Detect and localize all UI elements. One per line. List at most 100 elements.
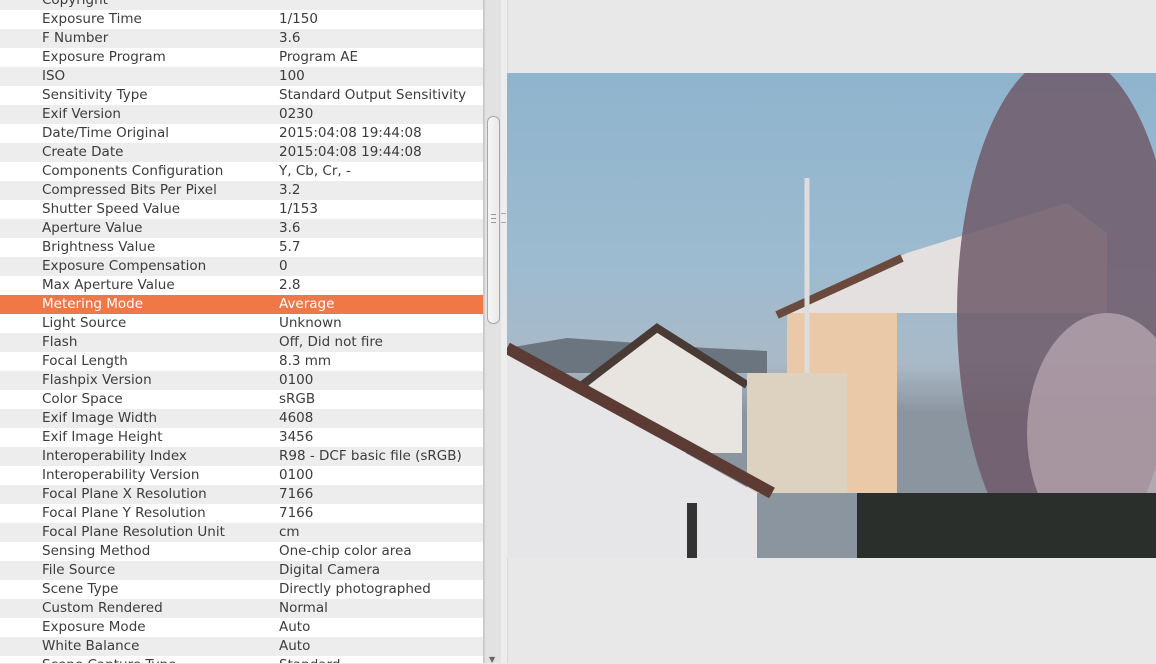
exif-key: Copyright — [42, 0, 108, 8]
exif-key: ISO — [42, 68, 66, 84]
exif-key: Focal Plane Y Resolution — [42, 505, 206, 521]
exif-key: Focal Plane X Resolution — [42, 486, 207, 502]
exif-value: 0230 — [279, 106, 314, 122]
exif-value: R98 - DCF basic file (sRGB) — [279, 448, 462, 464]
exif-key: Metering Mode — [42, 296, 144, 312]
exif-row[interactable]: Exif Image Height 3456 — [0, 428, 483, 447]
exif-key: Sensitivity Type — [42, 87, 148, 103]
exif-metadata-list[interactable]: Copyright Exposure Time 1/150 F Number 3.6 Ex… — [0, 0, 484, 663]
exif-row[interactable]: Focal Length 8.3 mm — [0, 352, 483, 371]
exif-value: cm — [279, 524, 300, 540]
exif-value: 0100 — [279, 467, 314, 483]
exif-row[interactable]: Shutter Speed Value 1/153 — [0, 200, 483, 219]
exif-key: File Source — [42, 562, 116, 578]
exif-key: Exposure Time — [42, 11, 142, 27]
exif-key: Light Source — [42, 315, 127, 331]
exif-key: Sensing Method — [42, 543, 151, 559]
scrollbar-thumb[interactable] — [487, 116, 500, 324]
exif-key: Exif Image Height — [42, 429, 163, 445]
exif-row[interactable]: Flashpix Version 0100 — [0, 371, 483, 390]
exif-value: Standard Output Sensitivity — [279, 87, 467, 103]
exif-key: Exposure Program — [42, 49, 166, 65]
exif-value: 3456 — [279, 429, 314, 445]
exif-row[interactable]: Exposure Time 1/150 — [0, 10, 483, 29]
exif-value: 3.6 — [279, 30, 301, 46]
exif-row[interactable]: Create Date 2015:04:08 19:44:08 — [0, 143, 483, 162]
exif-value: Standard — [279, 656, 340, 663]
exif-value: Directly photographed — [279, 581, 431, 597]
exif-value: Auto — [279, 638, 311, 654]
exif-key: Scene Type — [42, 581, 119, 597]
exif-value: Off, Did not fire — [279, 334, 383, 350]
exif-row[interactable]: Focal Plane X Resolution 7166 — [0, 485, 483, 504]
exif-key: Exif Version — [42, 106, 121, 122]
exif-key: Color Space — [42, 391, 123, 407]
vertical-scrollbar[interactable]: ▼ — [484, 0, 501, 664]
exif-key: Scene Capture Type — [42, 656, 176, 663]
exif-row[interactable]: Interoperability Index R98 - DCF basic fi… — [0, 447, 483, 466]
exif-key: Date/Time Original — [42, 125, 169, 141]
exif-row[interactable]: ISO 100 — [0, 67, 483, 86]
exif-row[interactable]: Focal Plane Resolution Unit cm — [0, 523, 483, 542]
exif-key: Flash — [42, 334, 78, 350]
exif-row[interactable]: White Balance Auto — [0, 637, 483, 656]
exif-value: 2015:04:08 19:44:08 — [279, 144, 422, 160]
exif-value: 100 — [279, 68, 305, 84]
exif-row[interactable]: Exposure Mode Auto — [0, 618, 483, 637]
exif-row[interactable]: Focal Plane Y Resolution 7166 — [0, 504, 483, 523]
exif-value: 0100 — [279, 372, 314, 388]
photo-houses-blossom-tree — [507, 73, 1156, 558]
exif-row[interactable]: F Number 3.6 — [0, 29, 483, 48]
grip-icon — [501, 213, 506, 223]
exif-value: 2015:04:08 19:44:08 — [279, 125, 422, 141]
exif-key: F Number — [42, 30, 109, 46]
exif-value: 1/150 — [279, 11, 318, 27]
exif-rows: Copyright Exposure Time 1/150 F Number 3.6 Ex… — [0, 0, 483, 663]
exif-row[interactable]: Components Configuration Y, Cb, Cr, - — [0, 162, 483, 181]
exif-row[interactable]: Brightness Value 5.7 — [0, 238, 483, 257]
exif-key: Exposure Mode — [42, 619, 146, 635]
exif-row[interactable]: Sensitivity Type Standard Output Sensitiv… — [0, 86, 483, 105]
exif-row[interactable]: Flash Off, Did not fire — [0, 333, 483, 352]
exif-key: White Balance — [42, 638, 140, 654]
exif-key: Focal Plane Resolution Unit — [42, 524, 225, 540]
exif-row[interactable]: Exposure Program Program AE — [0, 48, 483, 67]
exif-value: 1/153 — [279, 201, 318, 217]
exif-key: Interoperability Version — [42, 467, 200, 483]
exif-row[interactable]: Custom Rendered Normal — [0, 599, 483, 618]
exif-value: 5.7 — [279, 239, 301, 255]
exif-row[interactable]: Scene Capture Type Standard — [0, 656, 483, 663]
exif-key: Interoperability Index — [42, 448, 187, 464]
exif-value: Auto — [279, 619, 311, 635]
exif-row[interactable]: Color Space sRGB — [0, 390, 483, 409]
exif-value: Normal — [279, 600, 328, 616]
exif-row[interactable]: Light Source Unknown — [0, 314, 483, 333]
exif-row[interactable]: Sensing Method One-chip color area — [0, 542, 483, 561]
grip-icon — [491, 214, 496, 223]
exif-row[interactable]: Compressed Bits Per Pixel 3.2 — [0, 181, 483, 200]
exif-value: 2.8 — [279, 277, 301, 293]
exif-key: Exposure Compensation — [42, 258, 207, 274]
exif-value: 3.2 — [279, 182, 301, 198]
exif-row[interactable]: Copyright — [0, 0, 483, 10]
exif-value: 0 — [279, 258, 288, 274]
exif-row[interactable]: Exposure Compensation 0 — [0, 257, 483, 276]
exif-row[interactable]: Metering Mode Average — [0, 295, 483, 314]
exif-row[interactable]: Interoperability Version 0100 — [0, 466, 483, 485]
exif-row[interactable]: Exif Version 0230 — [0, 105, 483, 124]
exif-row[interactable]: Aperture Value 3.6 — [0, 219, 483, 238]
exif-row[interactable]: File Source Digital Camera — [0, 561, 483, 580]
exif-key: Max Aperture Value — [42, 277, 175, 293]
exif-key: Aperture Value — [42, 220, 143, 236]
exif-row[interactable]: Date/Time Original 2015:04:08 19:44:08 — [0, 124, 483, 143]
exif-key: Compressed Bits Per Pixel — [42, 182, 217, 198]
exif-key: Custom Rendered — [42, 600, 163, 616]
exif-row[interactable]: Scene Type Directly photographed — [0, 580, 483, 599]
exif-key: Create Date — [42, 144, 124, 160]
exif-value: 7166 — [279, 486, 314, 502]
exif-value: sRGB — [279, 391, 316, 407]
exif-value: One-chip color area — [279, 543, 412, 559]
exif-value: Average — [279, 296, 335, 312]
exif-row[interactable]: Max Aperture Value 2.8 — [0, 276, 483, 295]
exif-row[interactable]: Exif Image Width 4608 — [0, 409, 483, 428]
